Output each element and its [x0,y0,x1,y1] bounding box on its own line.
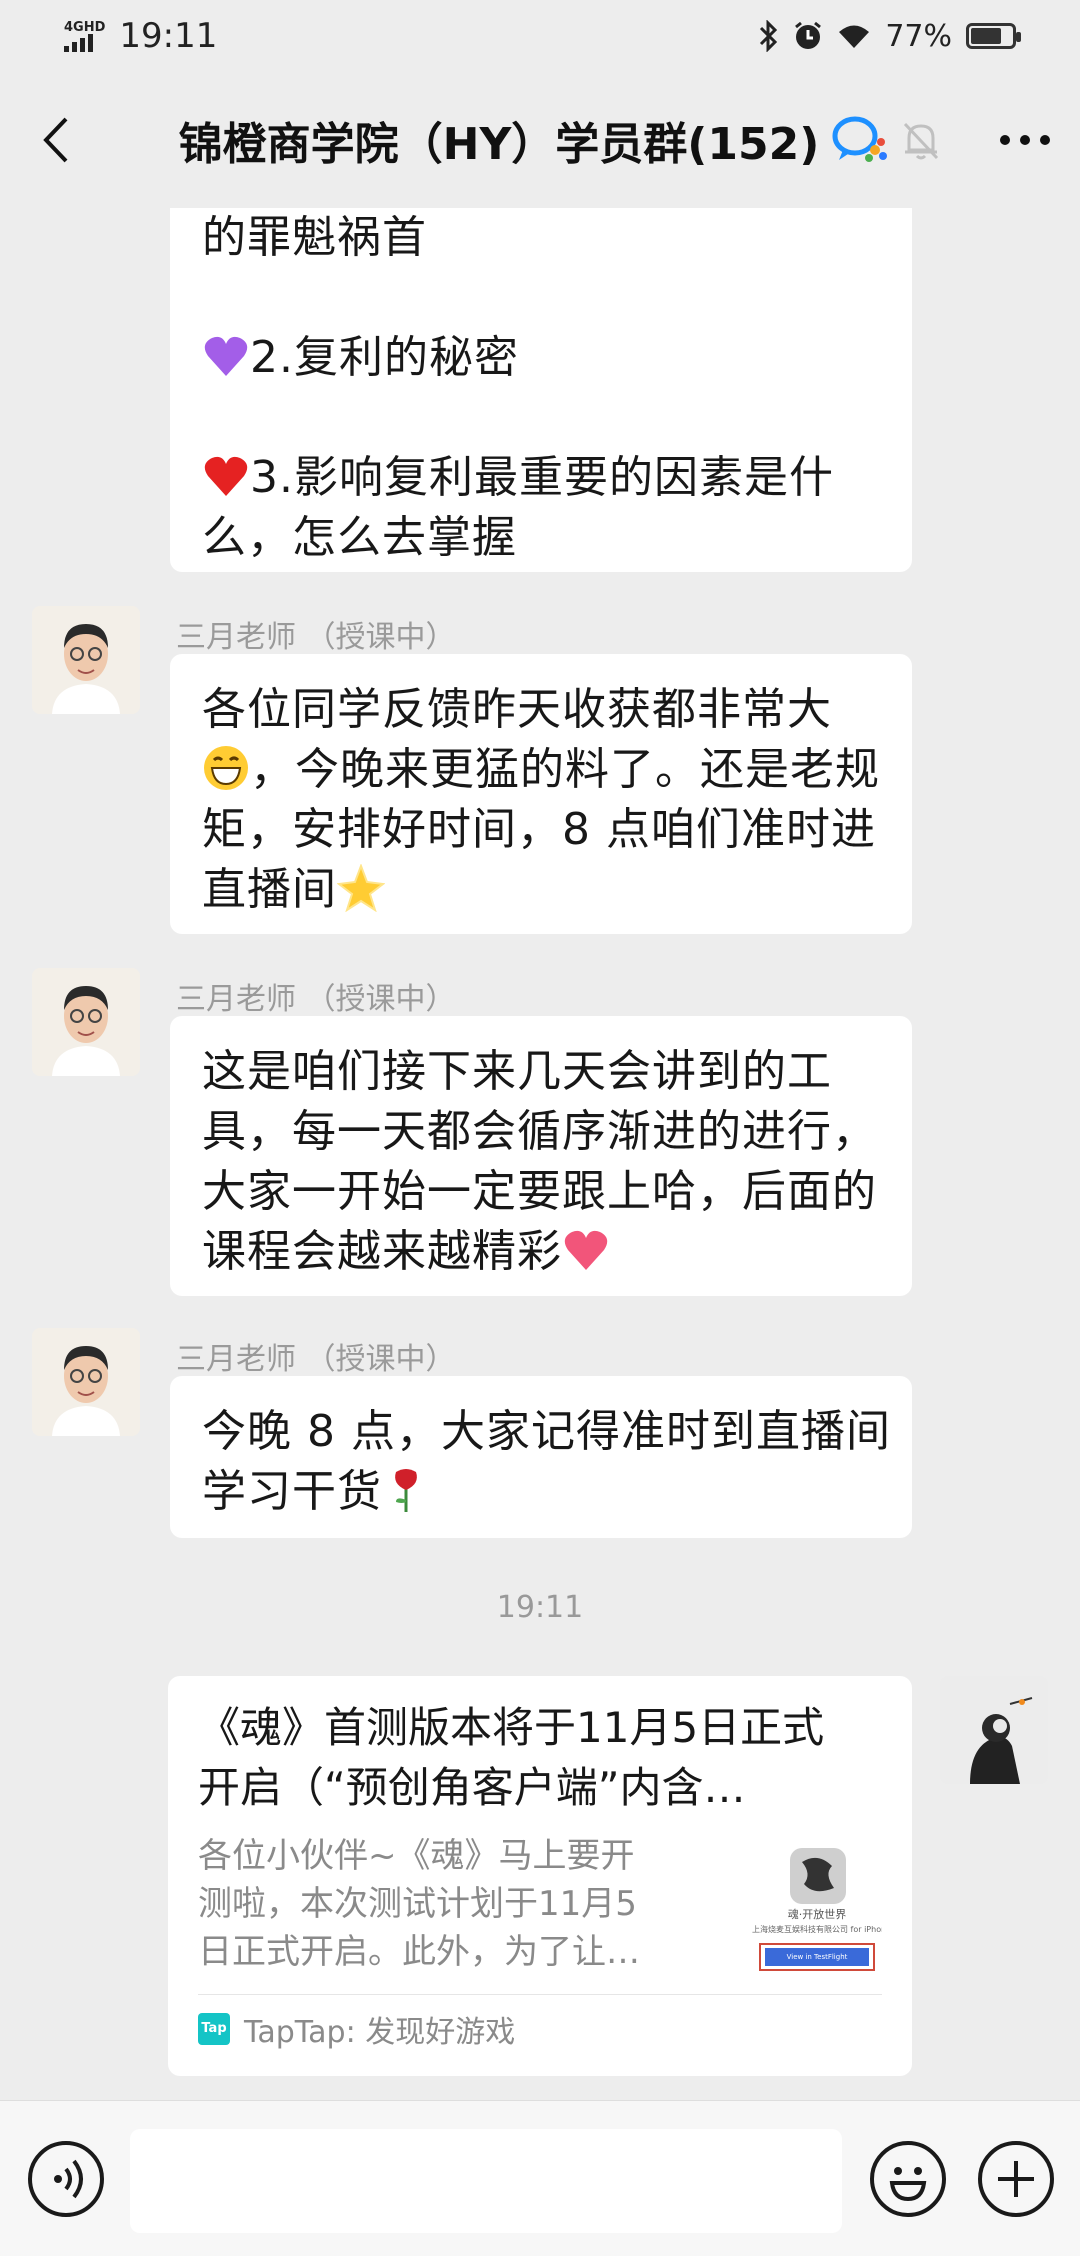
sender-name: 三月老师 （授课中） [176,982,456,1017]
message-line: 这是咱们接下来几天会讲到的工 [202,1046,832,1097]
smiley-icon [889,2167,927,2202]
chat-history[interactable]: 的罪魁祸首 2.复利的秘密 3.影响复利最重要的因素是什 么，怎么去掌握 三月老… [0,208,1080,2100]
bluetooth-icon [760,20,778,52]
thumb-button-label: View in TestFlight [786,1953,848,1961]
message-bubble[interactable]: 的罪魁祸首 2.复利的秘密 3.影响复利最重要的因素是什 么，怎么去掌握 [170,208,912,572]
card-description: 各位小伙伴~《魂》马上要开 测啦，本次测试计划于11月5 日正式开启。此外，为了… [198,1832,734,1976]
battery-fill [971,28,1001,44]
message-text: 直播间 [202,864,337,915]
card-title-line: 开启（“预创角客户端”内含… [198,1763,746,1812]
message-line: 的罪魁祸首 [202,212,427,263]
battery-percent: 77% [885,18,952,54]
emoji-button[interactable] [870,2141,946,2217]
card-source-name: TapTap: 发现好游戏 [244,2014,516,2050]
glowing-star-icon [337,864,385,912]
my-avatar[interactable] [940,1676,1048,1784]
message-bubble[interactable]: 各位同学反馈昨天收获都非常大 ，今晚来更猛的料了。还是老规 矩，安排好时间，8 … [170,654,912,934]
taptap-icon: Tap [198,2012,230,2045]
message-line: 2.复利的秘密 [202,328,880,388]
pink-heart-icon [564,1230,608,1270]
card-desc-line: 日正式开启。此外，为了让… [198,1932,640,1972]
sender-name: 三月老师 （授课中） [176,620,456,655]
grinning-face-icon [204,746,248,790]
chat-header: 锦橙商学院（HY）学员群(152) [0,72,1080,208]
plus-icon [998,2161,1034,2197]
message-text: 3.影响复利最重要的因素是什 [250,452,834,503]
input-bar [0,2100,1080,2256]
network-type: 4GHD [64,19,106,35]
chevron-left-icon [43,117,68,163]
voice-icon [54,2159,83,2199]
time-divider: 19:11 [496,1590,584,1625]
enterprise-wechat-icon[interactable] [831,114,889,166]
thumb-publisher: 上海烧麦互娱科技有限公司 for iPhone [752,1925,882,1934]
message-text: ，今晚来更猛的料了。还是老规 [250,744,880,795]
status-bar: 4GHD 19:11 77% [0,0,1080,72]
more-options-button[interactable] [970,72,1080,208]
message-bubble[interactable]: 今晚 8 点，大家记得准时到直播间 学习干货 [170,1376,912,1538]
teacher-avatar-icon [32,1328,140,1436]
message-line: 么，怎么去掌握 [202,512,517,563]
thumb-game-name: 魂·开放世界 [787,1908,847,1921]
card-source: Tap TapTap: 发现好游戏 [198,1994,882,2062]
voice-input-button[interactable] [28,2141,104,2217]
message-text: 学习干货 [202,1466,382,1517]
chat-title: 锦橙商学院（HY）学员群(152) [178,119,820,170]
network-indicator: 4GHD [64,21,105,52]
message-line: 3.影响复利最重要的因素是什 [202,448,880,508]
card-title: 《魂》首测版本将于11月5日正式 开启（“预创角客户端”内含… [198,1698,882,1818]
teacher-avatar-icon [32,606,140,714]
message-line: 课程会越来越精彩 [202,1222,880,1282]
message-line: 直播间 [202,860,880,920]
red-heart-icon [204,456,248,496]
message-bubble[interactable]: 这是咱们接下来几天会讲到的工 具，每一天都会循序渐进的进行， 大家一开始一定要跟… [170,1016,912,1296]
shared-link-card[interactable]: 《魂》首测版本将于11月5日正式 开启（“预创角客户端”内含… 各位小伙伴~《魂… [168,1676,912,2076]
signal-icon [64,33,93,52]
avatar[interactable] [32,606,140,714]
message-line: 大家一开始一定要跟上哈，后面的 [202,1166,877,1217]
status-time: 19:11 [119,16,218,56]
sender-name: 三月老师 （授课中） [176,1342,456,1377]
avatar[interactable] [32,1328,140,1436]
message-text: 课程会越来越精彩 [202,1226,562,1277]
teacher-avatar-icon [32,968,140,1076]
more-actions-button[interactable] [978,2141,1054,2217]
mute-bell-icon [904,122,939,160]
message-text: 2.复利的秘密 [250,332,519,383]
message-input[interactable] [130,2129,842,2233]
card-thumbnail: 魂·开放世界 上海烧麦互娱科技有限公司 for iPhone View in T… [752,1844,882,1974]
alarm-icon [795,21,822,49]
rose-icon [395,1469,417,1512]
message-line: 具，每一天都会循序渐进的进行， [202,1106,877,1157]
message-line [202,388,880,448]
avatar[interactable] [32,968,140,1076]
message-line [202,268,880,328]
message-line: 今晚 8 点，大家记得准时到直播间 [202,1406,891,1457]
back-button[interactable] [0,72,110,208]
purple-heart-icon [204,336,248,376]
battery-icon [966,23,1021,49]
card-desc-line: 各位小伙伴~《魂》马上要开 [198,1836,635,1876]
user-avatar-icon [940,1676,1048,1784]
card-desc-line: 测啦，本次测试计划于11月5 [198,1884,637,1924]
message-line: 各位同学反馈昨天收获都非常大 [202,684,832,735]
more-icon [1000,135,1050,145]
wifi-icon [839,25,870,48]
message-line: 矩，安排好时间，8 点咱们准时进 [202,804,876,855]
message-line: ，今晚来更猛的料了。还是老规 [202,740,880,800]
message-line: 学习干货 [202,1462,880,1522]
card-title-line: 《魂》首测版本将于11月5日正式 [198,1703,825,1752]
